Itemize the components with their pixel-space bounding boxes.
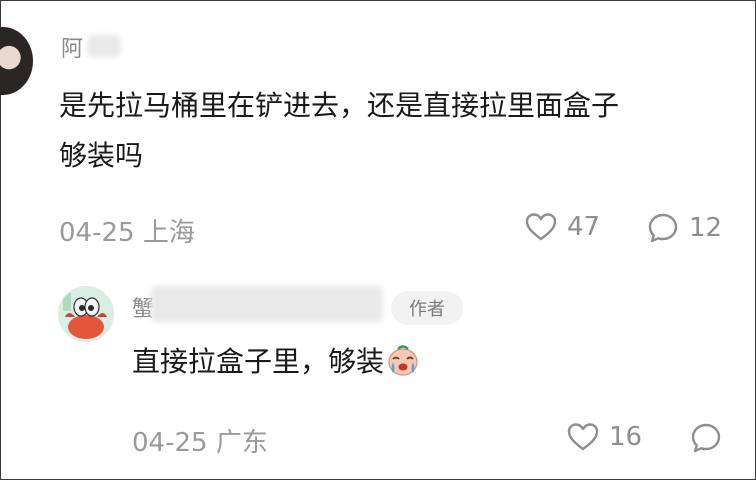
crying-face-emoji bbox=[386, 343, 420, 393]
reply-button[interactable]: 12 bbox=[647, 212, 722, 244]
comment-panel: 阿 是先拉马桶里在铲进去，还是直接拉里面盒子 够装吗 04-25 上海 47 1… bbox=[0, 0, 756, 480]
comment-text: 是先拉马桶里在铲进去，还是直接拉里面盒子 够装吗 bbox=[59, 89, 620, 172]
reply-text: 直接拉盒子里，够装 bbox=[132, 337, 420, 393]
blurred-username bbox=[151, 286, 383, 322]
reply-location: 广东 bbox=[215, 428, 268, 458]
blurred-username bbox=[87, 35, 121, 57]
speech-bubble-icon bbox=[690, 422, 722, 454]
like-count: 47 bbox=[567, 212, 601, 242]
reply-meta: 04-25 广东 bbox=[132, 422, 268, 459]
heart-outline-icon bbox=[525, 212, 557, 242]
like-button[interactable]: 47 bbox=[525, 212, 600, 242]
comment-date: 04-25 bbox=[59, 218, 135, 248]
speech-bubble-icon bbox=[647, 212, 679, 244]
user-avatar[interactable] bbox=[0, 27, 33, 95]
comment-location: 上海 bbox=[142, 218, 195, 248]
reply-date: 04-25 bbox=[132, 428, 208, 458]
comment-username[interactable]: 阿 bbox=[61, 31, 83, 63]
author-badge: 作者 bbox=[391, 291, 463, 325]
author-avatar[interactable] bbox=[58, 286, 114, 342]
heart-outline-icon bbox=[567, 422, 599, 452]
like-button[interactable]: 16 bbox=[567, 422, 642, 452]
reply-count: 12 bbox=[689, 213, 723, 243]
reply-button[interactable] bbox=[690, 422, 722, 454]
comment-meta: 04-25 上海 bbox=[59, 212, 195, 249]
like-count: 16 bbox=[609, 422, 643, 452]
